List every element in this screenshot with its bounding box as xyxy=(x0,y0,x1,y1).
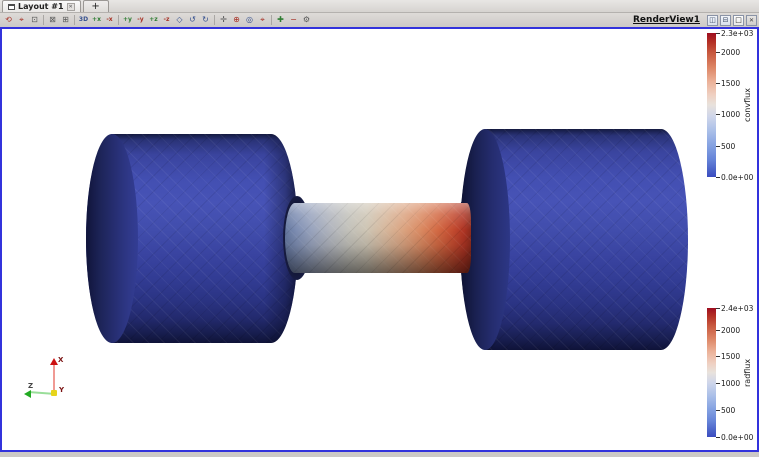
zoom-in-button[interactable]: ✚ xyxy=(274,14,287,26)
pick-center-button[interactable]: ◎ xyxy=(243,14,256,26)
show-center-axes-button[interactable]: ⊕ xyxy=(230,14,243,26)
render-viewport[interactable]: X Z Y 2.3e+03 2000 1500 1000 500 0.0e+00… xyxy=(2,29,757,450)
y-axis-label: Y xyxy=(59,386,64,394)
z-axis-label: Z xyxy=(28,382,33,390)
set-view-plus-z-button[interactable]: +z xyxy=(147,14,160,26)
render-view-frame: X Z Y 2.3e+03 2000 1500 1000 500 0.0e+00… xyxy=(0,27,759,452)
toolbar-separator xyxy=(118,15,119,25)
cylinder-left-end-cap xyxy=(86,134,138,343)
split-vertical-button[interactable]: ⊟ xyxy=(720,15,731,26)
toolbar-separator xyxy=(43,15,44,25)
maximize-view-button[interactable]: □ xyxy=(733,15,744,26)
new-layout-tab-button[interactable]: + xyxy=(83,0,109,12)
set-view-minus-y-button[interactable]: -y xyxy=(134,14,147,26)
set-view-plus-y-button[interactable]: +y xyxy=(121,14,134,26)
colorbar-gradient xyxy=(707,33,716,177)
tab-close-icon[interactable]: ✕ xyxy=(67,3,75,11)
reset-center-button[interactable]: ⌖ xyxy=(256,14,269,26)
tab-layout-1-label: Layout #1 xyxy=(18,2,64,11)
zoom-to-box-button[interactable]: ⊞ xyxy=(59,14,72,26)
zoom-out-button[interactable]: − xyxy=(287,14,300,26)
tab-layout-1[interactable]: Layout #1 ✕ xyxy=(2,0,81,12)
colorbar-title: convflux xyxy=(743,33,752,177)
set-view-minus-z-button[interactable]: -z xyxy=(160,14,173,26)
layout-tab-bar: Layout #1 ✕ + xyxy=(0,0,759,13)
split-horizontal-button[interactable]: ◫ xyxy=(707,15,718,26)
x-axis-label: X xyxy=(58,356,63,364)
rotate-90-ccw-button[interactable]: ↺ xyxy=(186,14,199,26)
x-axis-arrow-icon xyxy=(50,358,58,365)
y-axis-arrow-icon xyxy=(51,390,57,396)
reset-camera-closest-button[interactable]: ⌖ xyxy=(15,14,28,26)
apply-isometric-view-button[interactable]: ◇ xyxy=(173,14,186,26)
colorbar-gradient xyxy=(707,308,716,437)
set-view-minus-x-button[interactable]: -x xyxy=(103,14,116,26)
window-edge xyxy=(0,452,759,457)
rotate-90-cw-button[interactable]: ↻ xyxy=(199,14,212,26)
paraview-window: Layout #1 ✕ + ⟲ ⌖ ⊡ ⊠ ⊞ 3D +x -x +y -y +… xyxy=(0,0,759,457)
close-view-button[interactable]: ✕ xyxy=(746,15,757,26)
toolbar-separator xyxy=(271,15,272,25)
z-axis-arrow-icon xyxy=(24,390,31,398)
colorbar-convflux[interactable]: 2.3e+03 2000 1500 1000 500 0.0e+00 convf… xyxy=(707,33,757,177)
layout-window-icon xyxy=(8,4,15,10)
show-orientation-axes-button[interactable]: ✛ xyxy=(217,14,230,26)
adjust-camera-button[interactable]: ⚙ xyxy=(300,14,313,26)
zoom-closest-to-data-button[interactable]: ⊠ xyxy=(46,14,59,26)
mesh-facets xyxy=(285,203,471,273)
set-view-plus-x-button[interactable]: +x xyxy=(90,14,103,26)
camera-controls-toolbar: ⟲ ⌖ ⊡ ⊠ ⊞ 3D +x -x +y -y +z -z ◇ ↺ ↻ ✛ ⊕… xyxy=(0,13,759,27)
render-view-title[interactable]: RenderView1 xyxy=(633,15,700,25)
colorbar-radflux[interactable]: 2.4e+03 2000 1500 1000 500 0.0e+00 radfl… xyxy=(707,308,757,437)
connecting-rod xyxy=(285,203,471,273)
zoom-to-data-button[interactable]: ⊡ xyxy=(28,14,41,26)
orientation-axes-widget: X Z Y xyxy=(22,355,82,405)
toolbar-separator xyxy=(74,15,75,25)
toolbar-separator xyxy=(214,15,215,25)
reset-camera-button[interactable]: ⟲ xyxy=(2,14,15,26)
x-axis-line xyxy=(53,364,55,390)
toggle-interaction-mode-button[interactable]: 3D xyxy=(77,14,90,26)
colorbar-title: radflux xyxy=(743,308,752,437)
